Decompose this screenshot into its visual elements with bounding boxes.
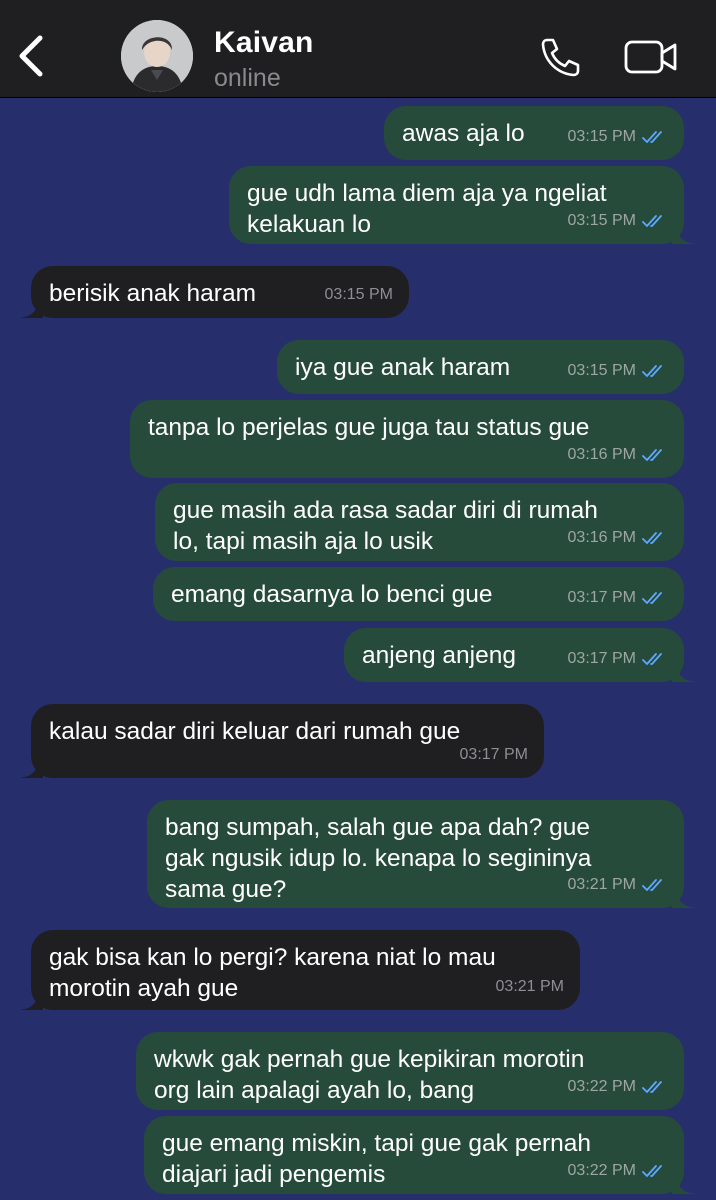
message-bubble-outgoing[interactable]: wkwk gak pernah gue kepikiran morotin or… [136, 1032, 684, 1110]
message-text: kalau sadar diri keluar dari rumah gue [49, 718, 461, 745]
message-meta: 03:17 PM [568, 582, 668, 613]
message-bubble-outgoing[interactable]: gue emang miskin, tapi gue gak pernah di… [144, 1116, 694, 1194]
double-check-icon [642, 214, 662, 227]
message-meta: 03:21 PM [496, 971, 564, 1002]
video-camera-icon [624, 40, 677, 74]
message-bubble-outgoing[interactable]: bang sumpah, salah gue apa dah? gue gak … [147, 800, 694, 908]
chat-header: Kaivan online [0, 0, 716, 98]
message-time: 03:17 PM [567, 650, 636, 667]
message-meta: 03:17 PM [568, 643, 668, 674]
message-bubble-outgoing[interactable]: gue udh lama diem aja ya ngeliat kelakua… [229, 166, 694, 244]
message-time: 03:15 PM [567, 362, 636, 379]
double-check-icon [642, 1080, 662, 1093]
message-time: 03:15 PM [567, 212, 636, 229]
message-meta: 03:21 PM [568, 869, 668, 900]
message-time: 03:22 PM [567, 1162, 636, 1179]
message-time: 03:15 PM [324, 286, 393, 303]
message-time: 03:17 PM [459, 746, 528, 763]
message-time: 03:16 PM [567, 446, 636, 463]
message-meta: 03:16 PM [568, 439, 668, 470]
message-time: 03:16 PM [567, 529, 636, 546]
message-time: 03:22 PM [567, 1078, 636, 1095]
contact-name[interactable]: Kaivan [214, 26, 314, 60]
message-meta: 03:22 PM [568, 1071, 668, 1102]
back-button[interactable] [14, 30, 50, 82]
double-check-icon [642, 652, 662, 665]
message-bubble-outgoing[interactable]: iya gue anak haram 03:15 PM [277, 340, 684, 394]
message-time: 03:21 PM [567, 876, 636, 893]
message-bubble-incoming[interactable]: berisik anak haram 03:15 PM [21, 266, 409, 318]
message-bubble-outgoing[interactable]: anjeng anjeng 03:17 PM [344, 628, 694, 682]
message-time: 03:17 PM [567, 589, 636, 606]
double-check-icon [642, 591, 662, 604]
message-bubble-outgoing[interactable]: tanpa lo perjelas gue juga tau status gu… [130, 400, 684, 478]
message-bubble-outgoing[interactable]: emang dasarnya lo benci gue 03:17 PM [153, 567, 684, 621]
message-meta: 03:15 PM [568, 121, 668, 152]
contact-status: online [214, 64, 281, 92]
message-meta: 03:15 PM [568, 355, 668, 386]
chevron-left-icon [19, 35, 43, 77]
message-text: gak bisa kan lo pergi? karena niat lo ma… [49, 944, 496, 1002]
message-meta: 03:15 PM [325, 279, 393, 310]
double-check-icon [642, 1164, 662, 1177]
double-check-icon [642, 448, 662, 461]
message-bubble-outgoing[interactable]: gue masih ada rasa sadar diri di rumah l… [155, 483, 684, 561]
message-meta: 03:15 PM [568, 205, 668, 236]
double-check-icon [642, 364, 662, 377]
double-check-icon [642, 878, 662, 891]
double-check-icon [642, 130, 662, 143]
avatar-image [121, 20, 193, 92]
phone-icon [541, 38, 580, 77]
message-meta: 03:22 PM [568, 1155, 668, 1186]
voice-call-button[interactable] [538, 36, 582, 78]
video-call-button[interactable] [624, 40, 678, 74]
avatar[interactable] [121, 20, 193, 92]
message-meta: 03:16 PM [568, 522, 668, 553]
message-time: 03:21 PM [495, 978, 564, 995]
double-check-icon [642, 531, 662, 544]
message-bubble-outgoing[interactable]: awas aja lo 03:15 PM [384, 106, 684, 160]
message-bubble-incoming[interactable]: gak bisa kan lo pergi? karena niat lo ma… [21, 930, 580, 1010]
message-bubble-incoming[interactable]: kalau sadar diri keluar dari rumah gue 0… [21, 704, 544, 778]
message-meta: 03:17 PM [460, 739, 528, 770]
message-time: 03:15 PM [567, 128, 636, 145]
